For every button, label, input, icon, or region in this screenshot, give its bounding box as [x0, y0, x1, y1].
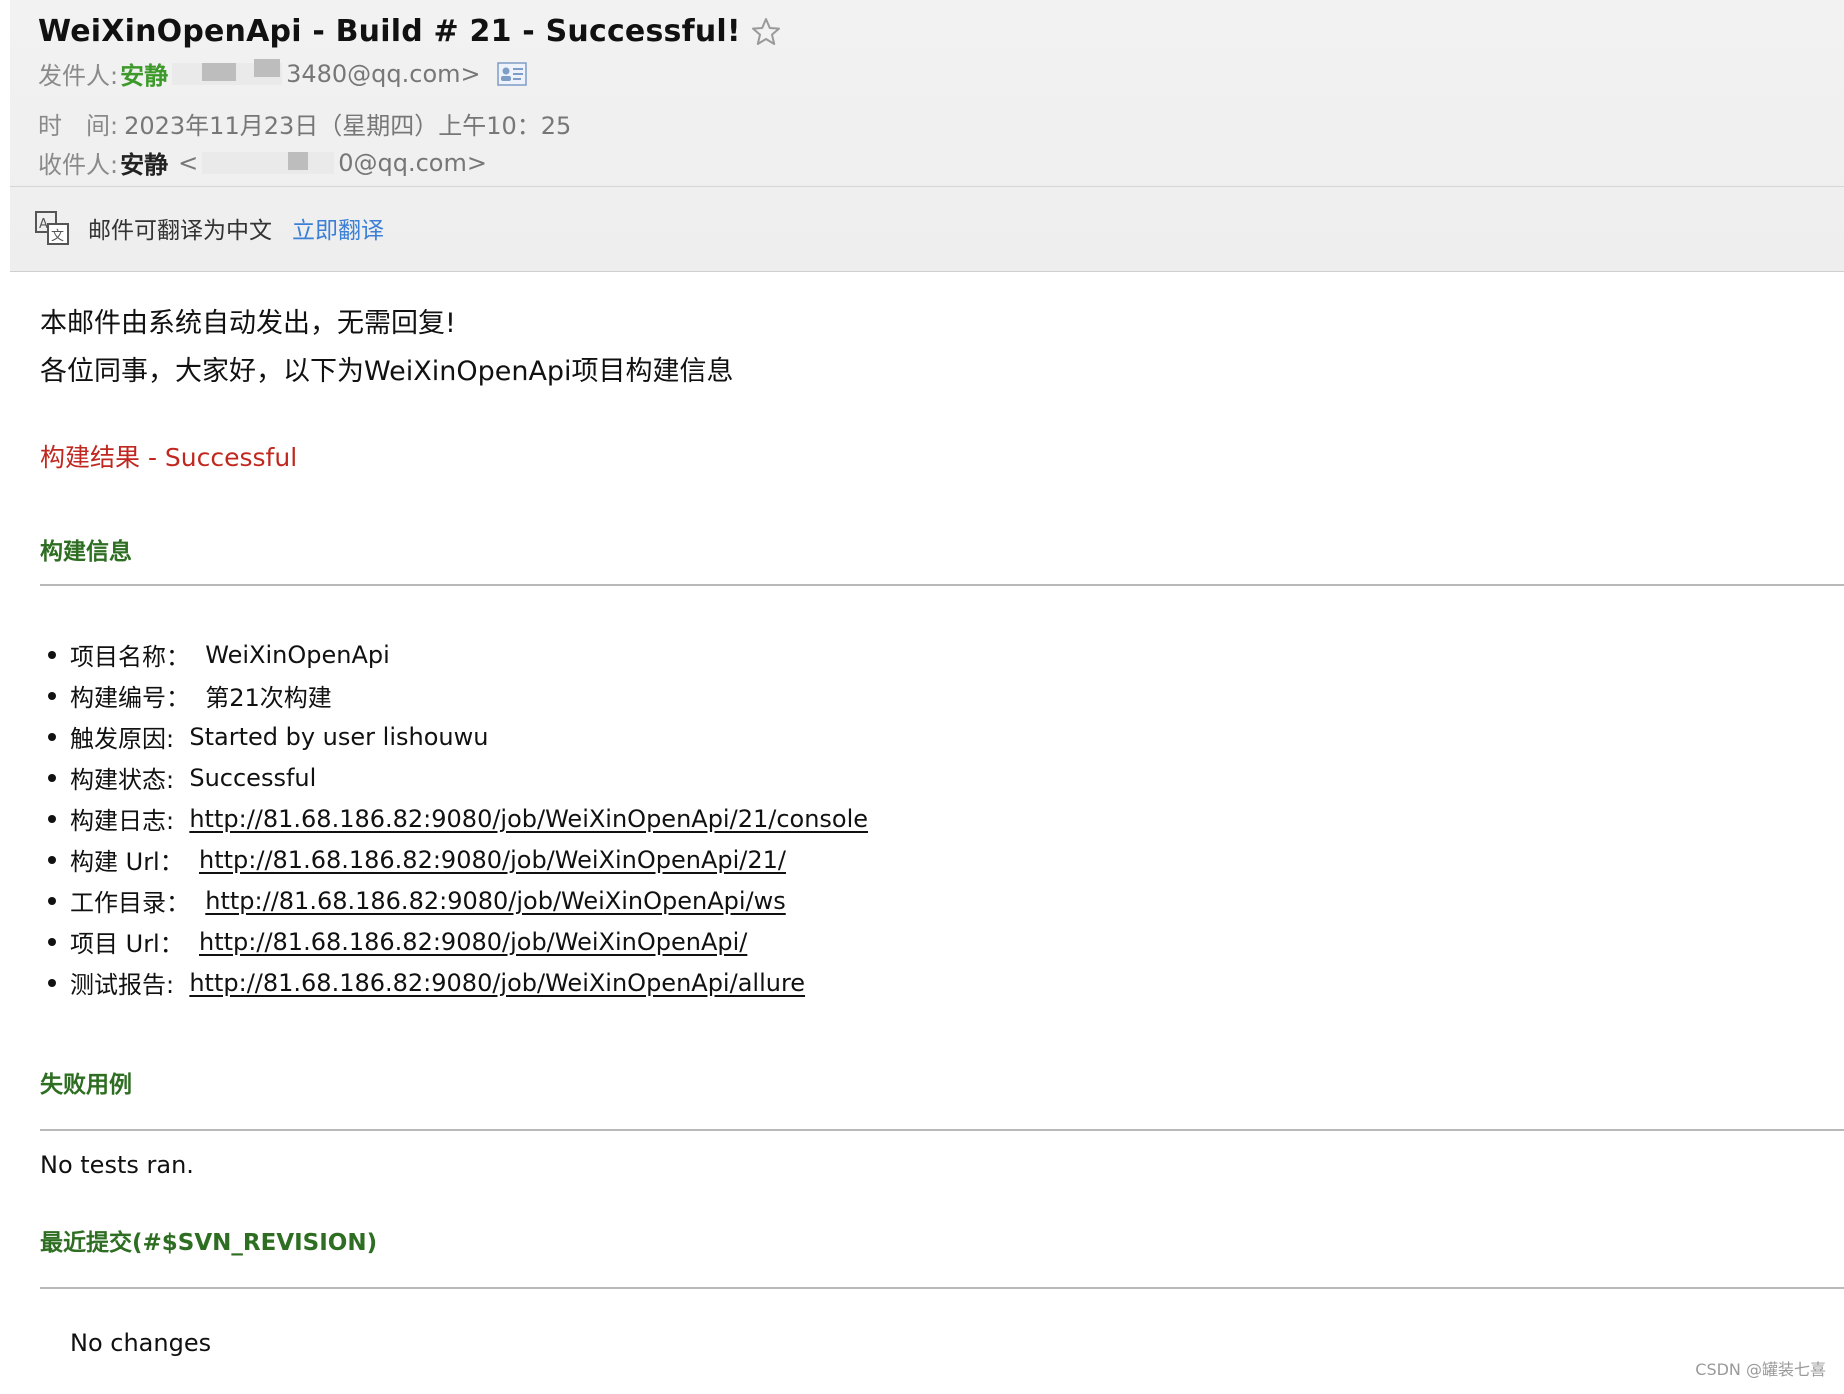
bullet — [48, 691, 56, 700]
item-value: 第21次构建 — [205, 684, 332, 712]
item-label: 触发原因: — [70, 725, 190, 753]
list-item: 项目 Url： http://81.68.186.82:9080/job/Wei… — [40, 921, 1840, 962]
list-item: 测试报告: http://81.68.186.82:9080/job/WeiXi… — [40, 962, 1840, 1003]
svg-text:文: 文 — [51, 229, 64, 244]
build-info-title: 构建信息 — [40, 539, 132, 565]
section-divider — [40, 1287, 1844, 1289]
recipient-row: 收件人: 安静 < 0@qq.com> — [38, 145, 487, 180]
section-divider — [40, 584, 1844, 586]
bullet — [48, 855, 56, 864]
mail-header: WeiXinOpenApi - Build # 21 - Successful!… — [10, 0, 1844, 272]
star-icon[interactable] — [751, 17, 781, 47]
workspace-link[interactable]: http://81.68.186.82:9080/job/WeiXinOpenA… — [205, 887, 785, 915]
item-label: 构建编号： — [70, 684, 206, 712]
item-label: 测试报告: — [70, 971, 190, 999]
list-item: 构建日志: http://81.68.186.82:9080/job/WeiXi… — [40, 798, 1840, 839]
bullet — [48, 896, 56, 905]
redacted-email — [202, 151, 335, 174]
intro-line-1: 本邮件由系统自动发出，无需回复! — [40, 308, 456, 339]
recipient-name[interactable]: 安静 — [120, 145, 168, 180]
item-value: Started by user lishouwu — [189, 722, 489, 751]
time-value: 2023年11月23日（星期四）上午10：25 — [124, 112, 572, 140]
redacted-email — [172, 58, 283, 85]
list-item: 项目名称： WeiXinOpenApi — [40, 634, 1840, 675]
item-label: 项目 Url： — [70, 930, 199, 958]
item-label: 构建 Url： — [70, 848, 199, 876]
test-report-link[interactable]: http://81.68.186.82:9080/job/WeiXinOpenA… — [189, 969, 805, 997]
mail-view: WeiXinOpenApi - Build # 21 - Successful!… — [0, 0, 1844, 1394]
translate-now-link[interactable]: 立即翻译 — [292, 211, 384, 245]
item-label: 工作目录： — [70, 889, 206, 917]
time-row: 时 间: 2023年11月23日（星期四）上午10：25 — [38, 106, 571, 141]
bullet — [48, 650, 56, 659]
translate-icon: A 文 — [34, 210, 70, 246]
sender-email[interactable]: 3480@qq.com> — [286, 60, 481, 88]
build-log-link[interactable]: http://81.68.186.82:9080/job/WeiXinOpenA… — [189, 805, 868, 833]
item-label: 构建状态: — [70, 766, 190, 794]
sender-name[interactable]: 安静 — [120, 56, 168, 91]
list-item: 构建 Url： http://81.68.186.82:9080/job/Wei… — [40, 839, 1840, 880]
failed-cases-title: 失败用例 — [40, 1072, 132, 1098]
section-divider — [40, 1129, 1844, 1131]
watermark: CSDN @罐装七喜 — [1695, 1360, 1826, 1379]
list-item: 构建编号： 第21次构建 — [40, 675, 1840, 716]
mail-body: 本邮件由系统自动发出，无需回复! 各位同事，大家好，以下为WeiXinOpenA… — [40, 300, 1844, 1357]
recipient-email[interactable]: 0@qq.com> — [338, 149, 487, 177]
mail-subject: WeiXinOpenApi - Build # 21 - Successful! — [38, 14, 741, 49]
build-result: 构建结果 - Successful — [40, 443, 298, 472]
list-item: 工作目录： http://81.68.186.82:9080/job/WeiXi… — [40, 880, 1840, 921]
bullet — [48, 732, 56, 741]
translate-hint: 邮件可翻译为中文 — [88, 218, 272, 244]
bullet — [48, 773, 56, 782]
intro-line-2: 各位同事，大家好，以下为WeiXinOpenApi项目构建信息 — [40, 356, 734, 387]
bullet — [48, 937, 56, 946]
recent-commits-title: 最近提交(#$SVN_REVISION) — [40, 1230, 378, 1256]
list-item: 构建状态: Successful — [40, 757, 1840, 798]
project-url-link[interactable]: http://81.68.186.82:9080/job/WeiXinOpenA… — [199, 928, 747, 956]
build-url-link[interactable]: http://81.68.186.82:9080/job/WeiXinOpenA… — [199, 846, 786, 874]
build-info-list: 项目名称： WeiXinOpenApi 构建编号： 第21次构建 触发原因: S… — [40, 634, 1840, 1003]
bullet — [48, 978, 56, 987]
bullet — [48, 814, 56, 823]
recipient-label: 收件人: — [38, 151, 119, 179]
failed-cases-text: No tests ran. — [40, 1151, 194, 1179]
commits-text: No changes — [70, 1329, 212, 1357]
header-divider — [10, 186, 1844, 187]
sender-label: 发件人: — [38, 62, 119, 90]
time-label: 时 间: — [38, 112, 119, 140]
item-label: 构建日志: — [70, 807, 190, 835]
item-value: WeiXinOpenApi — [205, 640, 390, 669]
recipient-bracket: < — [178, 148, 199, 177]
item-label: 项目名称： — [70, 643, 206, 671]
sender-row: 发件人: 安静 3480@qq.com> — [38, 56, 527, 91]
item-value: Successful — [189, 763, 317, 792]
list-item: 触发原因: Started by user lishouwu — [40, 716, 1840, 757]
contact-card-icon[interactable] — [496, 61, 527, 86]
subject-row: WeiXinOpenApi - Build # 21 - Successful! — [38, 14, 781, 49]
translate-bar: A 文 邮件可翻译为中文 立即翻译 — [34, 210, 384, 246]
svg-text:A: A — [39, 217, 48, 232]
